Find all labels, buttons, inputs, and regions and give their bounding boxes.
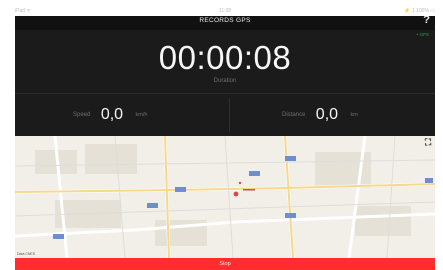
stats-panel: Speed 0,0 km/h Distance 0,0 km bbox=[15, 94, 435, 136]
status-bar: iPad ᯤ 11:08 ⚡ 1 100% ▭ bbox=[15, 8, 435, 16]
distance-value: 0,0 bbox=[315, 106, 339, 123]
help-button[interactable]: ? bbox=[423, 14, 430, 26]
speed-stat: Speed 0,0 km/h bbox=[73, 106, 148, 123]
page-title: RECORDS GPS bbox=[199, 17, 251, 24]
distance-label: Distance bbox=[282, 112, 306, 118]
map-graphic bbox=[15, 136, 435, 258]
speed-unit: km/h bbox=[135, 112, 148, 118]
timer-panel: • GPS 00:00:08 Duration bbox=[15, 30, 435, 94]
distance-stat: Distance 0,0 km bbox=[282, 106, 358, 123]
battery-indicator: ⚡ 1 100% ▭ bbox=[404, 8, 435, 14]
distance-unit: km bbox=[350, 112, 358, 118]
stats-divider bbox=[229, 98, 230, 132]
speed-value: 0,0 bbox=[100, 106, 124, 123]
duration-value: 00:00:08 bbox=[158, 39, 292, 76]
expand-map-icon[interactable]: ⛶ bbox=[423, 137, 433, 147]
map-credit: Data CNES bbox=[17, 252, 36, 256]
gps-status: • GPS bbox=[416, 32, 429, 37]
speed-label: Speed bbox=[73, 112, 91, 118]
map-view[interactable]: ⛶ Data CNES bbox=[15, 136, 435, 258]
stop-button[interactable]: Stop bbox=[15, 258, 435, 270]
clock: 11:08 bbox=[218, 8, 232, 14]
app-window: iPad ᯤ 11:08 ⚡ 1 100% ▭ RECORDS GPS ? • … bbox=[0, 0, 443, 270]
header-bar: RECORDS GPS ? bbox=[15, 14, 435, 30]
duration-label: Duration bbox=[213, 78, 237, 84]
